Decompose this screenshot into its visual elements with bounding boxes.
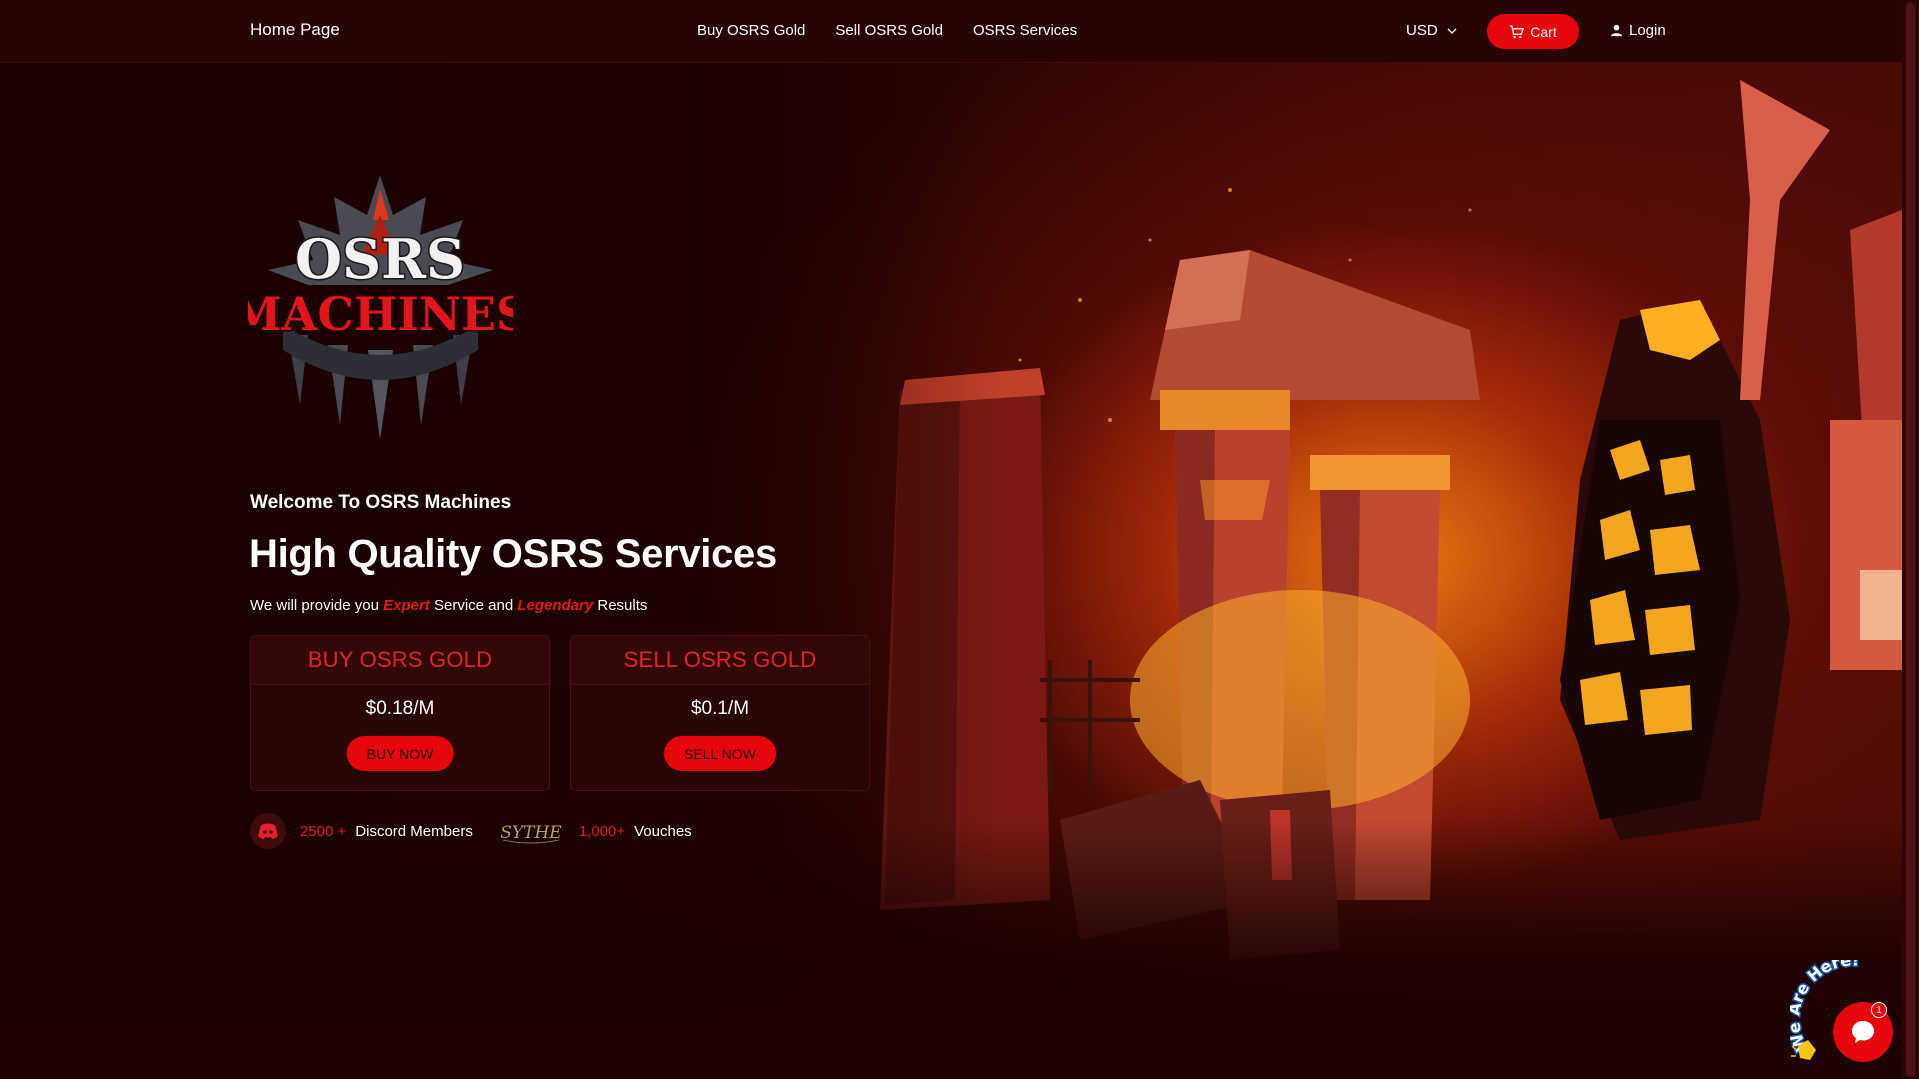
login-label: Login [1629, 22, 1666, 39]
sell-gold-card-title: SELL OSRS GOLD [571, 636, 869, 685]
home-page-link[interactable]: Home Page [250, 20, 340, 40]
logo-text-osrs: OSRS [295, 227, 465, 291]
main-nav: Buy OSRS Gold Sell OSRS Gold OSRS Servic… [697, 22, 1077, 39]
chat-icon [1852, 1021, 1874, 1043]
page: Home Page Buy OSRS Gold Sell OSRS Gold O… [0, 0, 1902, 1079]
subline-accent-legendary: Legendary [517, 597, 594, 614]
vouches-label: Vouches [634, 822, 692, 840]
currency-value: USD [1406, 22, 1438, 39]
buy-gold-price: $0.18/M [365, 698, 435, 719]
welcome-text: Welcome To OSRS Machines [250, 492, 512, 513]
hero-headline: High Quality OSRS Services [249, 532, 777, 576]
sell-now-button[interactable]: SELL NOW [664, 736, 776, 771]
cart-button[interactable]: Cart [1487, 14, 1579, 49]
sell-gold-price: $0.1/M [690, 698, 750, 719]
nav-buy-osrs-gold[interactable]: Buy OSRS Gold [697, 22, 805, 39]
discord-members-label: Discord Members [355, 822, 473, 840]
login-link[interactable]: Login [1610, 22, 1666, 39]
discord-badge[interactable] [250, 813, 286, 849]
chevron-down-icon [1447, 28, 1457, 34]
sythe-logo-text: SYTHE [500, 823, 562, 843]
discord-member-count: 2500 + [300, 822, 347, 840]
subline-middle: Service and [429, 597, 518, 614]
chat-unread-badge: 1 [1871, 1002, 1887, 1018]
hero-bottom-fade [0, 820, 1902, 1079]
nav-osrs-services[interactable]: OSRS Services [973, 22, 1077, 39]
nav-sell-osrs-gold[interactable]: Sell OSRS Gold [835, 22, 943, 39]
user-icon [1610, 24, 1623, 37]
sythe-logo[interactable]: SYTHE [497, 816, 565, 846]
cart-label: Cart [1530, 23, 1557, 40]
osrs-machines-logo: OSRS MACHINES [248, 175, 513, 440]
page-scrollbar[interactable] [1902, 0, 1919, 1079]
cart-icon [1510, 25, 1525, 39]
site-header: Home Page Buy OSRS Gold Sell OSRS Gold O… [0, 0, 1902, 63]
vouches-count: 1,000+ [578, 822, 626, 840]
subline-accent-expert: Expert [383, 597, 430, 614]
buy-now-button[interactable]: BUY NOW [346, 736, 454, 771]
hero-subline: We will provide you Expert Service and L… [250, 597, 647, 614]
logo-text-machines: MACHINES [248, 287, 513, 341]
sell-gold-card: SELL OSRS GOLD $0.1/M SELL NOW [570, 635, 870, 791]
buy-gold-card: BUY OSRS GOLD $0.18/M BUY NOW [250, 635, 550, 791]
subline-prefix: We will provide you [250, 597, 384, 614]
currency-selector[interactable]: USD [1406, 22, 1458, 39]
subline-suffix: Results [593, 597, 648, 614]
discord-icon [258, 823, 278, 839]
trust-stats: 2500 + Discord Members SYTHE 1,000+ Vouc… [250, 813, 692, 849]
buy-gold-card-title: BUY OSRS GOLD [251, 636, 549, 685]
scrollbar-thumb[interactable] [1906, 2, 1915, 1077]
